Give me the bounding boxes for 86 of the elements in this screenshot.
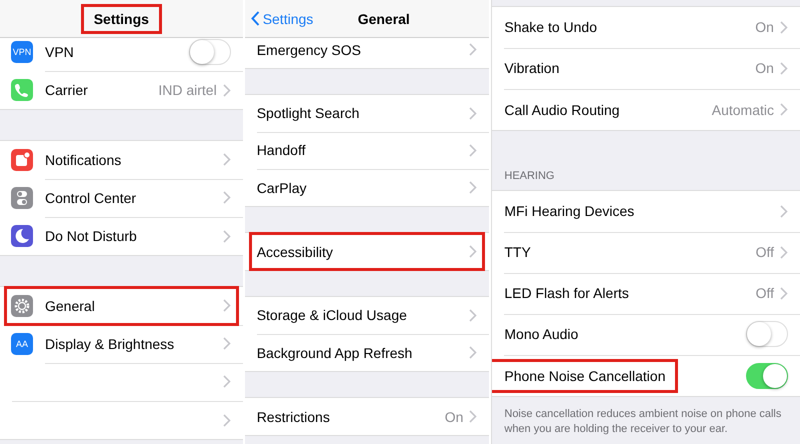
row-value: On <box>755 60 774 76</box>
row-label: LED Flash for Alerts <box>504 285 629 301</box>
toggle-switch[interactable] <box>188 38 231 64</box>
row-label: Storage & iCloud Usage <box>256 307 407 323</box>
row-label: Background App Refresh <box>256 344 412 360</box>
chevron-icon <box>222 375 231 388</box>
settings-row[interactable]: Call Audio Routing Automatic <box>492 89 800 130</box>
row-label: Notifications <box>45 152 122 168</box>
row-label: TTY <box>504 244 531 260</box>
settings-row[interactable]: AA Display & Brightness <box>0 325 243 363</box>
settings-row[interactable]: Do Not Disturb <box>0 217 243 255</box>
row-label: Shake to Undo <box>504 19 597 35</box>
settings-row[interactable]: MFi Hearing Devices <box>492 191 800 232</box>
chevron-icon <box>469 144 478 156</box>
row-label: VPN <box>45 44 74 60</box>
chevron-icon <box>222 153 231 166</box>
settings-row[interactable]: Carrier IND airtel <box>0 71 243 109</box>
back-button[interactable]: Settings <box>250 0 314 37</box>
row-label: Emergency SOS <box>256 42 361 58</box>
row-label: General <box>45 298 95 314</box>
settings-row[interactable]: Notifications <box>0 141 243 179</box>
settings-row[interactable]: CarPlay <box>244 169 490 206</box>
row-label: CarPlay <box>256 180 306 196</box>
row-value: On <box>755 19 774 35</box>
chevron-icon <box>469 308 478 322</box>
settings-row[interactable]: Control Center <box>0 179 243 217</box>
chevron-icon <box>222 191 231 204</box>
settings-row[interactable]: Storage & iCloud Usage <box>244 297 490 334</box>
settings-row[interactable]: Accessibility <box>244 233 490 270</box>
chevron-icon <box>469 410 478 423</box>
settings-row[interactable]: Restrictions On <box>244 398 490 435</box>
row-label: Phone Noise Cancellation <box>492 358 678 392</box>
section-header: HEARING <box>504 170 554 182</box>
section-footer: Noise cancellation reduces ambient noise on phone calls when you are holding the receiver to your ear. <box>492 397 800 444</box>
chevron-icon <box>780 62 788 74</box>
row-label: Call Audio Routing <box>504 102 620 118</box>
row-label: Mono Audio <box>504 326 578 342</box>
row-label: Accessibility <box>256 244 333 260</box>
chevron-icon <box>780 103 788 116</box>
chevron-icon <box>469 106 478 120</box>
chevron-icon <box>469 181 478 194</box>
settings-row[interactable]: Spotlight Search <box>244 95 490 132</box>
settings-row[interactable]: TTY Off <box>492 232 800 273</box>
row-label: Control Center <box>45 190 136 206</box>
row-label: Display & Brightness <box>45 336 174 352</box>
row-value: Off <box>756 285 774 301</box>
row-label: Carrier <box>45 82 88 98</box>
settings-row[interactable]: Handoff <box>244 132 490 169</box>
chevron-icon <box>469 346 478 359</box>
settings-row[interactable]: General <box>0 287 243 325</box>
row-value: IND airtel <box>158 82 217 98</box>
settings-row[interactable]: Shake to Undo On <box>492 7 800 48</box>
settings-row[interactable]: Mono Audio <box>492 314 800 355</box>
settings-row[interactable]: VPN VPN <box>0 38 243 71</box>
chevron-icon <box>780 20 788 34</box>
row-value: Automatic <box>712 102 774 118</box>
back-chevron-icon <box>250 11 260 26</box>
settings-row[interactable]: Background App Refresh <box>244 334 490 371</box>
toggle-switch[interactable] <box>746 362 788 388</box>
toggle-switch[interactable] <box>746 321 788 347</box>
chevron-icon <box>780 246 788 258</box>
chevron-icon <box>780 286 788 300</box>
row-label: Do Not Disturb <box>45 228 137 244</box>
row-label: Handoff <box>256 142 306 158</box>
row-value: Off <box>756 244 774 260</box>
app-icon: AA <box>11 333 33 355</box>
chevron-icon <box>222 84 231 96</box>
settings-row[interactable]: Vibration On <box>492 48 800 89</box>
chevron-icon <box>222 337 231 350</box>
row-label: Vibration <box>504 60 560 76</box>
chevron-icon <box>222 299 231 312</box>
row-label: Restrictions <box>256 408 330 424</box>
nav-title: General <box>356 10 411 28</box>
row-label: MFi Hearing Devices <box>504 203 634 219</box>
chevron-icon <box>780 204 788 218</box>
settings-row[interactable]: LED Flash for Alerts Off <box>492 273 800 314</box>
app-icon: VPN <box>11 41 33 63</box>
chevron-icon <box>222 414 231 426</box>
chevron-icon <box>222 230 231 242</box>
row-value: On <box>444 408 464 424</box>
nav-title: Settings <box>80 4 162 34</box>
settings-row[interactable]: Phone Noise Cancellation <box>492 355 800 396</box>
row-label: Spotlight Search <box>256 105 360 121</box>
chevron-icon <box>469 245 478 258</box>
settings-row[interactable]: Emergency SOS <box>244 38 490 68</box>
chevron-icon <box>469 43 478 56</box>
